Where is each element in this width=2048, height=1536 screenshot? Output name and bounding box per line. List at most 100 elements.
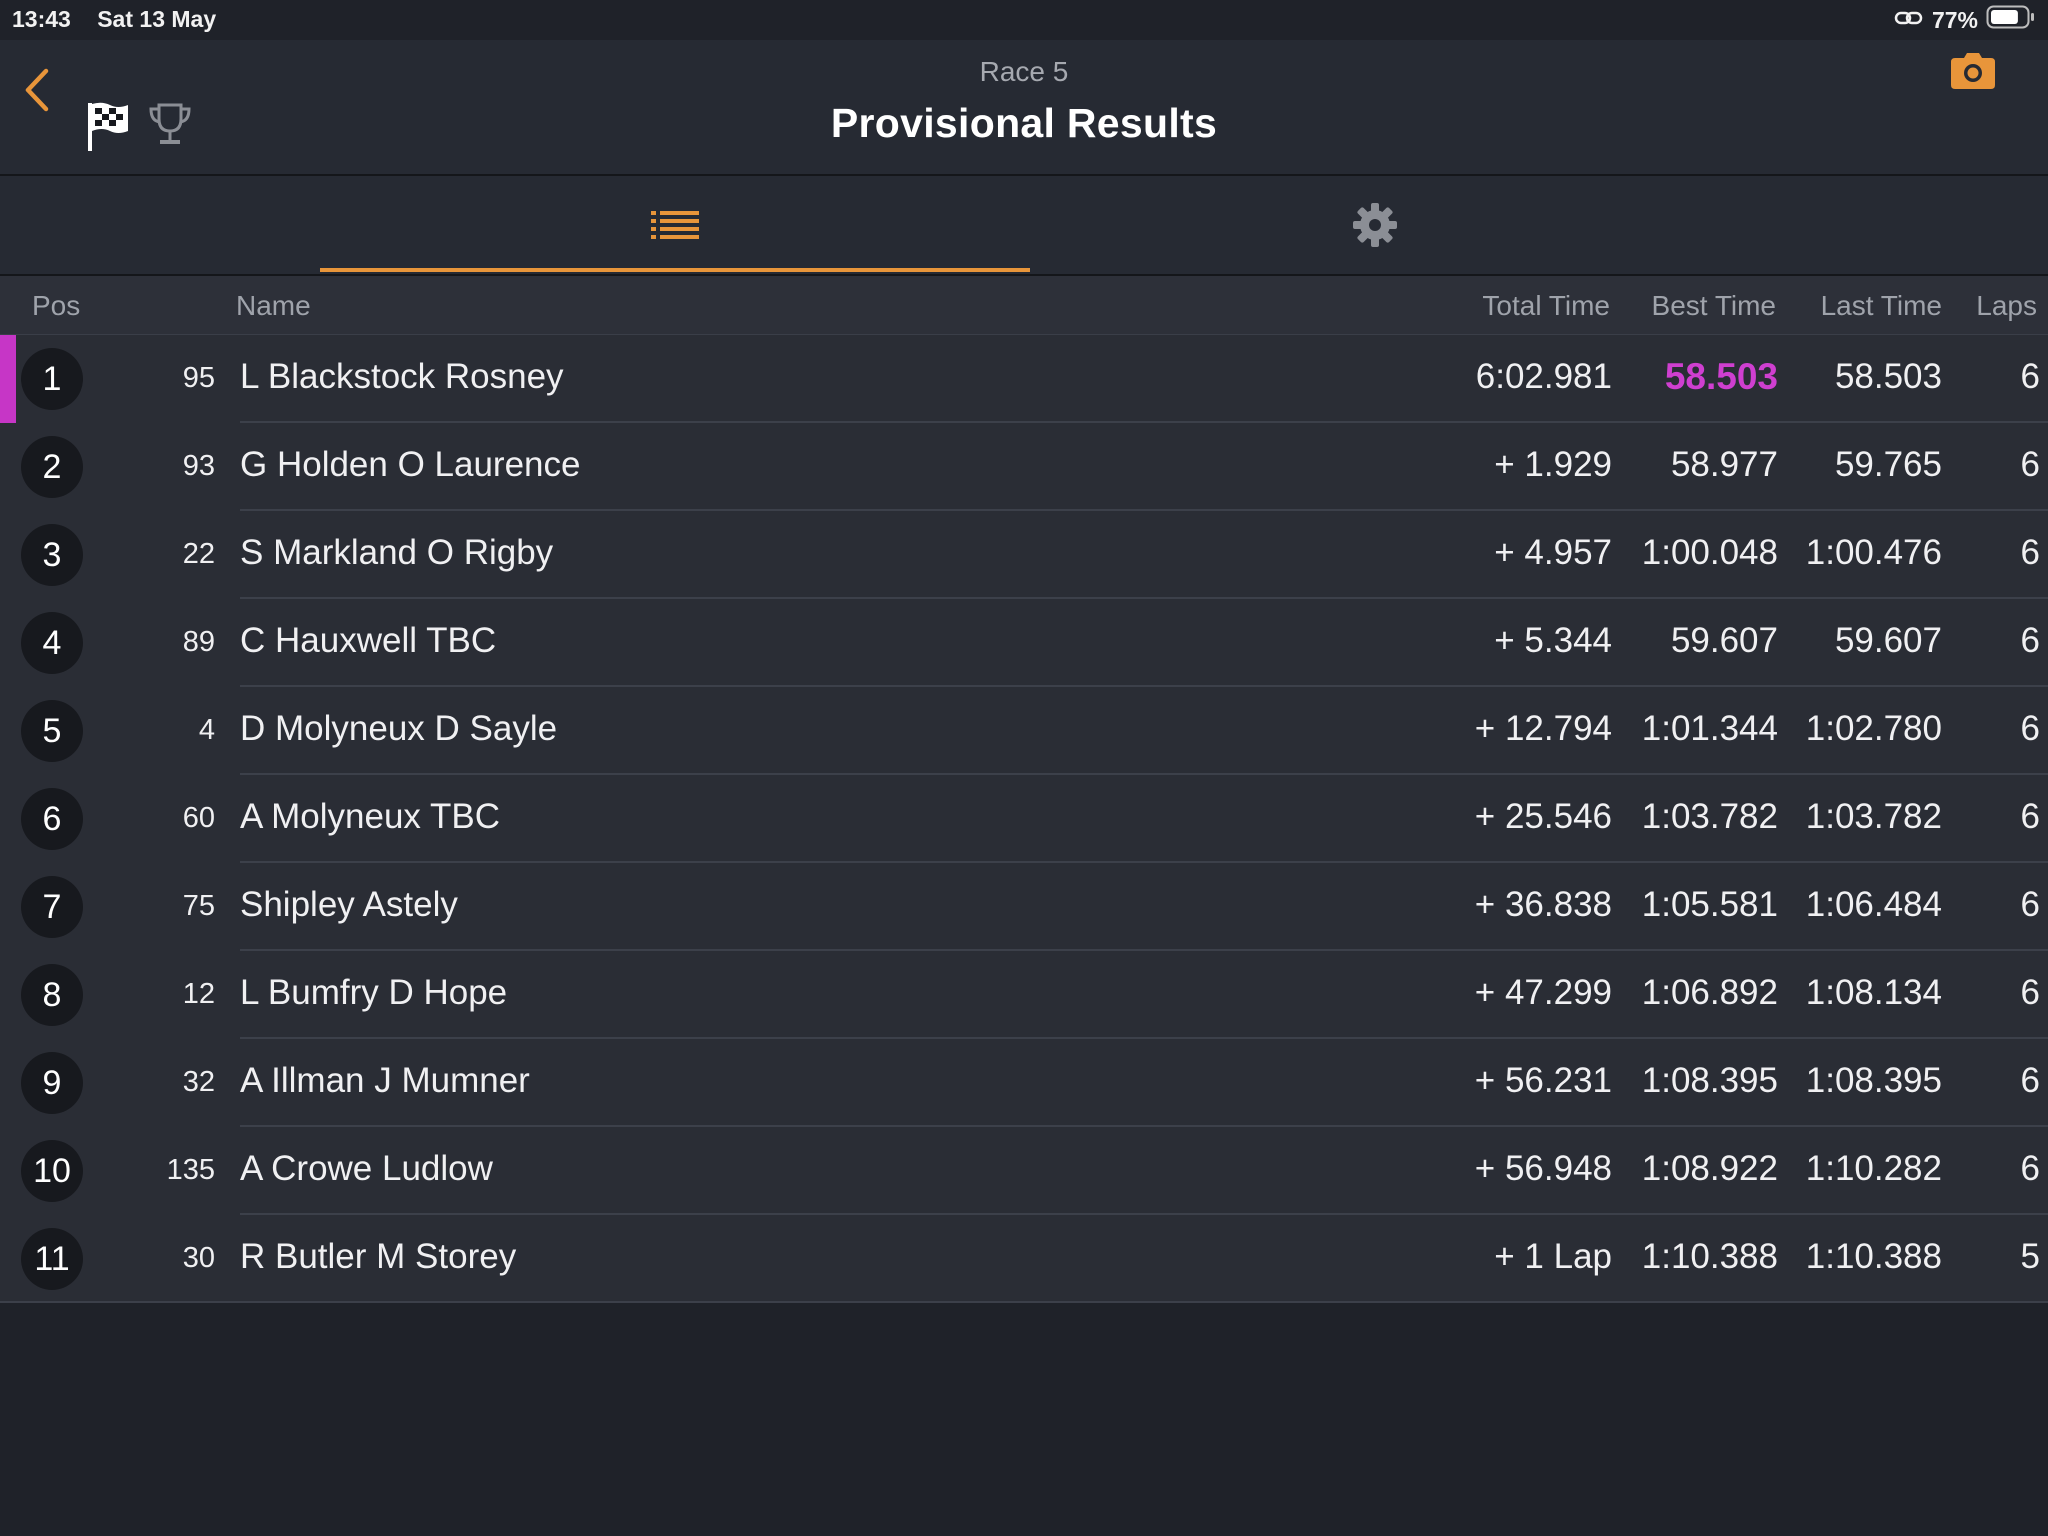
laps: 6 — [2020, 533, 2040, 572]
driver-name: S Markland O Rigby — [240, 533, 554, 572]
laps: 6 — [2020, 357, 2040, 396]
total-time: + 36.838 — [1474, 885, 1612, 924]
results-table-body: 1 95 L Blackstock Rosney 6:02.981 58.503… — [0, 335, 2048, 1303]
total-time: + 4.957 — [1494, 533, 1612, 572]
best-time: 1:05.581 — [1641, 885, 1778, 924]
position-badge: 8 — [21, 964, 83, 1026]
best-time: 1:01.344 — [1641, 709, 1778, 748]
best-time: 58.977 — [1670, 445, 1778, 484]
position-badge: 6 — [21, 788, 83, 850]
column-header-total-time: Total Time — [1482, 290, 1610, 321]
last-time: 1:08.134 — [1805, 973, 1942, 1012]
status-bar: 13:43 Sat 13 May 77% — [0, 0, 2048, 40]
gear-icon — [1353, 203, 1397, 247]
best-time: 1:08.922 — [1641, 1149, 1778, 1188]
car-number: 75 — [182, 890, 215, 922]
tab-settings[interactable] — [1020, 176, 1730, 274]
table-row[interactable]: 8 12 L Bumfry D Hope + 47.299 1:06.892 1… — [0, 951, 2048, 1039]
table-row[interactable]: 7 75 Shipley Astely + 36.838 1:05.581 1:… — [0, 863, 2048, 951]
last-time: 1:03.782 — [1805, 797, 1942, 836]
last-time: 1:00.476 — [1805, 533, 1942, 572]
list-icon — [651, 211, 699, 239]
view-tabs — [0, 176, 2048, 276]
last-time: 1:06.484 — [1805, 885, 1942, 924]
laps: 6 — [2020, 621, 2040, 660]
driver-name: A Molyneux TBC — [240, 797, 501, 836]
car-number: 89 — [182, 626, 215, 658]
total-time: + 47.299 — [1474, 973, 1612, 1012]
last-time: 59.765 — [1834, 445, 1942, 484]
column-header-pos: Pos — [32, 290, 81, 321]
battery-icon — [1986, 4, 2036, 36]
camera-button[interactable] — [1950, 52, 1996, 95]
row-divider — [0, 1301, 2048, 1303]
position-badge: 5 — [21, 700, 83, 762]
total-time: + 1.929 — [1494, 445, 1612, 484]
best-time: 1:08.395 — [1641, 1061, 1778, 1100]
car-number: 30 — [182, 1242, 215, 1274]
laps: 6 — [2020, 1149, 2040, 1188]
best-time: 1:03.782 — [1641, 797, 1778, 836]
link-icon — [1894, 7, 1924, 34]
column-header-name: Name — [236, 290, 311, 321]
position-badge: 9 — [21, 1052, 83, 1114]
table-row[interactable]: 1 95 L Blackstock Rosney 6:02.981 58.503… — [0, 335, 2048, 423]
car-number: 12 — [182, 978, 215, 1010]
laps: 6 — [2020, 709, 2040, 748]
column-header-best-time: Best Time — [1651, 290, 1776, 321]
tab-results-list[interactable] — [320, 176, 1030, 274]
total-time: + 25.546 — [1474, 797, 1612, 836]
driver-name: L Bumfry D Hope — [240, 973, 508, 1012]
laps: 6 — [2020, 1061, 2040, 1100]
table-row[interactable]: 5 4 D Molyneux D Sayle + 12.794 1:01.344… — [0, 687, 2048, 775]
driver-name: L Blackstock Rosney — [240, 357, 564, 396]
status-indicators: 77% — [1886, 4, 2036, 36]
position-badge: 4 — [21, 612, 83, 674]
column-header-laps: Laps — [1976, 290, 2037, 321]
last-time: 58.503 — [1834, 357, 1942, 396]
race-subtitle: Race 5 — [979, 56, 1069, 87]
position-badge: 3 — [21, 524, 83, 586]
total-time: + 12.794 — [1474, 709, 1612, 748]
driver-name: C Hauxwell TBC — [240, 621, 497, 660]
best-time: 59.607 — [1670, 621, 1778, 660]
table-row[interactable]: 4 89 C Hauxwell TBC + 5.344 59.607 59.60… — [0, 599, 2048, 687]
car-number: 4 — [198, 714, 215, 746]
best-time: 1:06.892 — [1641, 973, 1778, 1012]
driver-name: D Molyneux D Sayle — [240, 709, 558, 748]
laps: 5 — [2020, 1237, 2040, 1276]
driver-name: A Illman J Mumner — [240, 1061, 530, 1100]
fastest-lap-marker — [0, 335, 16, 423]
table-row[interactable]: 2 93 G Holden O Laurence + 1.929 58.977 … — [0, 423, 2048, 511]
position-badge: 11 — [21, 1228, 83, 1290]
driver-name: G Holden O Laurence — [240, 445, 581, 484]
laps: 6 — [2020, 797, 2040, 836]
navigation-header: Race 5 Provisional Results — [0, 40, 2048, 176]
table-row[interactable]: 6 60 A Molyneux TBC + 25.546 1:03.782 1:… — [0, 775, 2048, 863]
table-row[interactable]: 9 32 A Illman J Mumner + 56.231 1:08.395… — [0, 1039, 2048, 1127]
car-number: 93 — [182, 450, 215, 482]
last-time: 1:10.388 — [1805, 1237, 1942, 1276]
best-time-fastest: 58.503 — [1664, 356, 1778, 397]
total-time: + 56.231 — [1474, 1061, 1612, 1100]
driver-name: A Crowe Ludlow — [240, 1149, 493, 1188]
table-row[interactable]: 10 135 A Crowe Ludlow + 56.948 1:08.922 … — [0, 1127, 2048, 1215]
laps: 6 — [2020, 885, 2040, 924]
best-time: 1:00.048 — [1641, 533, 1778, 572]
column-header-last-time: Last Time — [1820, 290, 1942, 321]
total-time: 6:02.981 — [1475, 357, 1612, 396]
position-badge: 2 — [21, 436, 83, 498]
selected-tab-indicator — [320, 268, 1030, 272]
camera-icon — [1951, 53, 1995, 89]
table-row[interactable]: 11 30 R Butler M Storey + 1 Lap 1:10.388… — [0, 1215, 2048, 1303]
table-row[interactable]: 3 22 S Markland O Rigby + 4.957 1:00.048… — [0, 511, 2048, 599]
laps: 6 — [2020, 445, 2040, 484]
status-time: 13:43 — [12, 6, 71, 32]
laps: 6 — [2020, 973, 2040, 1012]
best-time: 1:10.388 — [1641, 1237, 1778, 1276]
car-number: 32 — [182, 1066, 215, 1098]
total-time: + 5.344 — [1494, 621, 1612, 660]
battery-percent: 77% — [1931, 6, 1978, 33]
car-number: 60 — [182, 802, 215, 834]
last-time: 1:08.395 — [1805, 1061, 1942, 1100]
